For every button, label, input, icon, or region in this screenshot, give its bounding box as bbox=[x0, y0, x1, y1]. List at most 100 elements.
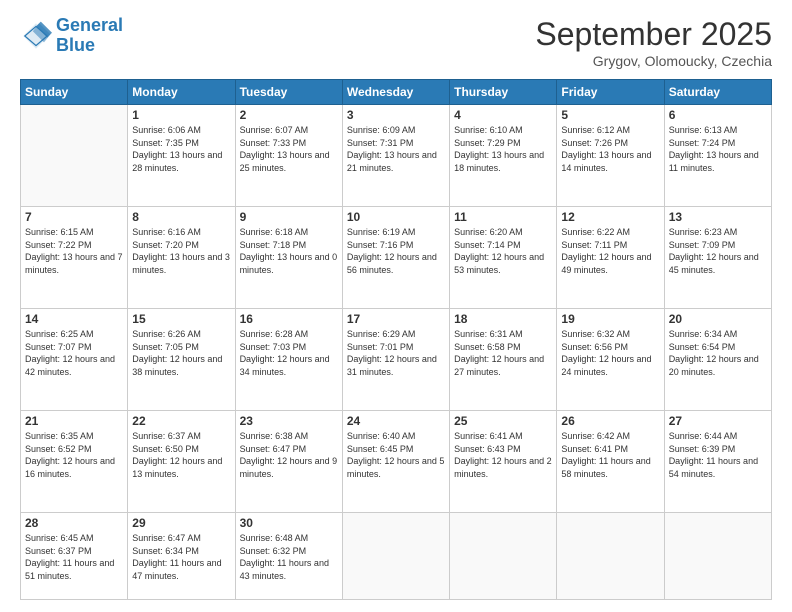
calendar-cell: 6Sunrise: 6:13 AMSunset: 7:24 PMDaylight… bbox=[664, 105, 771, 207]
calendar-cell: 17Sunrise: 6:29 AMSunset: 7:01 PMDayligh… bbox=[342, 308, 449, 410]
cell-info: Sunrise: 6:28 AMSunset: 7:03 PMDaylight:… bbox=[240, 328, 338, 378]
logo: General Blue bbox=[20, 16, 123, 56]
calendar-header-row: SundayMondayTuesdayWednesdayThursdayFrid… bbox=[21, 80, 772, 105]
calendar-cell: 26 Sunrise: 6:42 AMSunset: 6:41 PMDayligh… bbox=[557, 410, 664, 512]
day-number: 23 bbox=[240, 414, 338, 428]
calendar-cell: 21 Sunrise: 6:35 AMSunset: 6:52 PMDayligh… bbox=[21, 410, 128, 512]
calendar-cell: 25Sunrise: 6:41 AMSunset: 6:43 PMDayligh… bbox=[450, 410, 557, 512]
cell-info: Sunrise: 6:44 AMSunset: 6:39 PMDaylight:… bbox=[669, 430, 767, 480]
cell-info: Sunrise: 6:35 AMSunset: 6:52 PMDaylight:… bbox=[25, 430, 123, 480]
calendar-table: SundayMondayTuesdayWednesdayThursdayFrid… bbox=[20, 79, 772, 600]
cell-info: Sunrise: 6:26 AMSunset: 7:05 PMDaylight:… bbox=[132, 328, 230, 378]
cell-info: Sunrise: 6:20 AMSunset: 7:14 PMDaylight:… bbox=[454, 226, 552, 276]
calendar-cell: 19 Sunrise: 6:32 AMSunset: 6:56 PMDayligh… bbox=[557, 308, 664, 410]
day-number: 10 bbox=[347, 210, 445, 224]
calendar-cell bbox=[557, 512, 664, 599]
cell-info: Sunrise: 6:42 AMSunset: 6:41 PMDaylight:… bbox=[561, 430, 659, 480]
day-number: 26 bbox=[561, 414, 659, 428]
calendar-cell: 10 Sunrise: 6:19 AMSunset: 7:16 PMDayligh… bbox=[342, 206, 449, 308]
cell-info: Sunrise: 6:34 AMSunset: 6:54 PMDaylight:… bbox=[669, 328, 767, 378]
calendar-cell: 29 Sunrise: 6:47 AMSunset: 6:34 PMDayligh… bbox=[128, 512, 235, 599]
day-number: 28 bbox=[25, 516, 123, 530]
cell-info: Sunrise: 6:48 AMSunset: 6:32 PMDaylight:… bbox=[240, 532, 338, 582]
day-header-thursday: Thursday bbox=[450, 80, 557, 105]
calendar-cell bbox=[450, 512, 557, 599]
day-number: 1 bbox=[132, 108, 230, 122]
day-number: 18 bbox=[454, 312, 552, 326]
calendar-cell: 24 Sunrise: 6:40 AMSunset: 6:45 PMDayligh… bbox=[342, 410, 449, 512]
calendar-cell bbox=[21, 105, 128, 207]
day-number: 25 bbox=[454, 414, 552, 428]
cell-info: Sunrise: 6:12 AMSunset: 7:26 PMDaylight:… bbox=[561, 124, 659, 174]
logo-icon bbox=[20, 20, 52, 52]
page: General Blue September 2025 Grygov, Olom… bbox=[0, 0, 792, 612]
calendar-cell: 2 Sunrise: 6:07 AMSunset: 7:33 PMDaylight… bbox=[235, 105, 342, 207]
cell-info: Sunrise: 6:10 AMSunset: 7:29 PMDaylight:… bbox=[454, 124, 552, 174]
day-header-sunday: Sunday bbox=[21, 80, 128, 105]
day-number: 20 bbox=[669, 312, 767, 326]
cell-info: Sunrise: 6:25 AMSunset: 7:07 PMDaylight:… bbox=[25, 328, 123, 378]
day-number: 15 bbox=[132, 312, 230, 326]
calendar-cell: 20 Sunrise: 6:34 AMSunset: 6:54 PMDayligh… bbox=[664, 308, 771, 410]
cell-info: Sunrise: 6:09 AMSunset: 7:31 PMDaylight:… bbox=[347, 124, 445, 174]
calendar-cell: 8 Sunrise: 6:16 AMSunset: 7:20 PMDaylight… bbox=[128, 206, 235, 308]
calendar-cell: 7 Sunrise: 6:15 AMSunset: 7:22 PMDaylight… bbox=[21, 206, 128, 308]
title-block: September 2025 Grygov, Olomoucky, Czechi… bbox=[535, 16, 772, 69]
day-number: 8 bbox=[132, 210, 230, 224]
day-number: 4 bbox=[454, 108, 552, 122]
cell-info: Sunrise: 6:16 AMSunset: 7:20 PMDaylight:… bbox=[132, 226, 230, 276]
calendar-cell: 1 Sunrise: 6:06 AMSunset: 7:35 PMDaylight… bbox=[128, 105, 235, 207]
cell-info: Sunrise: 6:07 AMSunset: 7:33 PMDaylight:… bbox=[240, 124, 338, 174]
cell-info: Sunrise: 6:18 AMSunset: 7:18 PMDaylight:… bbox=[240, 226, 338, 276]
cell-info: Sunrise: 6:13 AMSunset: 7:24 PMDaylight:… bbox=[669, 124, 767, 174]
day-header-friday: Friday bbox=[557, 80, 664, 105]
day-number: 12 bbox=[561, 210, 659, 224]
calendar-cell bbox=[342, 512, 449, 599]
location-subtitle: Grygov, Olomoucky, Czechia bbox=[535, 53, 772, 69]
day-number: 9 bbox=[240, 210, 338, 224]
day-number: 21 bbox=[25, 414, 123, 428]
calendar-cell: 18 Sunrise: 6:31 AMSunset: 6:58 PMDayligh… bbox=[450, 308, 557, 410]
calendar-cell: 14 Sunrise: 6:25 AMSunset: 7:07 PMDayligh… bbox=[21, 308, 128, 410]
day-header-tuesday: Tuesday bbox=[235, 80, 342, 105]
day-number: 5 bbox=[561, 108, 659, 122]
logo-line1: General bbox=[56, 16, 123, 36]
cell-info: Sunrise: 6:15 AMSunset: 7:22 PMDaylight:… bbox=[25, 226, 123, 276]
calendar-cell: 30 Sunrise: 6:48 AMSunset: 6:32 PMDayligh… bbox=[235, 512, 342, 599]
cell-info: Sunrise: 6:22 AMSunset: 7:11 PMDaylight:… bbox=[561, 226, 659, 276]
calendar-cell: 16 Sunrise: 6:28 AMSunset: 7:03 PMDayligh… bbox=[235, 308, 342, 410]
calendar-cell: 22Sunrise: 6:37 AMSunset: 6:50 PMDayligh… bbox=[128, 410, 235, 512]
day-number: 2 bbox=[240, 108, 338, 122]
cell-info: Sunrise: 6:40 AMSunset: 6:45 PMDaylight:… bbox=[347, 430, 445, 480]
day-number: 3 bbox=[347, 108, 445, 122]
calendar-cell: 12 Sunrise: 6:22 AMSunset: 7:11 PMDayligh… bbox=[557, 206, 664, 308]
calendar-cell: 9 Sunrise: 6:18 AMSunset: 7:18 PMDaylight… bbox=[235, 206, 342, 308]
calendar-cell: 13Sunrise: 6:23 AMSunset: 7:09 PMDayligh… bbox=[664, 206, 771, 308]
day-header-monday: Monday bbox=[128, 80, 235, 105]
day-header-wednesday: Wednesday bbox=[342, 80, 449, 105]
calendar-cell: 27 Sunrise: 6:44 AMSunset: 6:39 PMDayligh… bbox=[664, 410, 771, 512]
cell-info: Sunrise: 6:31 AMSunset: 6:58 PMDaylight:… bbox=[454, 328, 552, 378]
day-number: 7 bbox=[25, 210, 123, 224]
cell-info: Sunrise: 6:37 AMSunset: 6:50 PMDaylight:… bbox=[132, 430, 230, 480]
cell-info: Sunrise: 6:19 AMSunset: 7:16 PMDaylight:… bbox=[347, 226, 445, 276]
calendar-cell: 15 Sunrise: 6:26 AMSunset: 7:05 PMDayligh… bbox=[128, 308, 235, 410]
day-number: 24 bbox=[347, 414, 445, 428]
cell-info: Sunrise: 6:29 AMSunset: 7:01 PMDaylight:… bbox=[347, 328, 445, 378]
day-number: 14 bbox=[25, 312, 123, 326]
cell-info: Sunrise: 6:06 AMSunset: 7:35 PMDaylight:… bbox=[132, 124, 230, 174]
day-number: 11 bbox=[454, 210, 552, 224]
day-number: 27 bbox=[669, 414, 767, 428]
calendar-cell: 4 Sunrise: 6:10 AMSunset: 7:29 PMDaylight… bbox=[450, 105, 557, 207]
day-number: 16 bbox=[240, 312, 338, 326]
day-number: 29 bbox=[132, 516, 230, 530]
calendar-cell: 11 Sunrise: 6:20 AMSunset: 7:14 PMDayligh… bbox=[450, 206, 557, 308]
cell-info: Sunrise: 6:47 AMSunset: 6:34 PMDaylight:… bbox=[132, 532, 230, 582]
day-number: 30 bbox=[240, 516, 338, 530]
day-number: 13 bbox=[669, 210, 767, 224]
header: General Blue September 2025 Grygov, Olom… bbox=[20, 16, 772, 69]
day-header-saturday: Saturday bbox=[664, 80, 771, 105]
cell-info: Sunrise: 6:32 AMSunset: 6:56 PMDaylight:… bbox=[561, 328, 659, 378]
month-title: September 2025 bbox=[535, 16, 772, 53]
day-number: 19 bbox=[561, 312, 659, 326]
